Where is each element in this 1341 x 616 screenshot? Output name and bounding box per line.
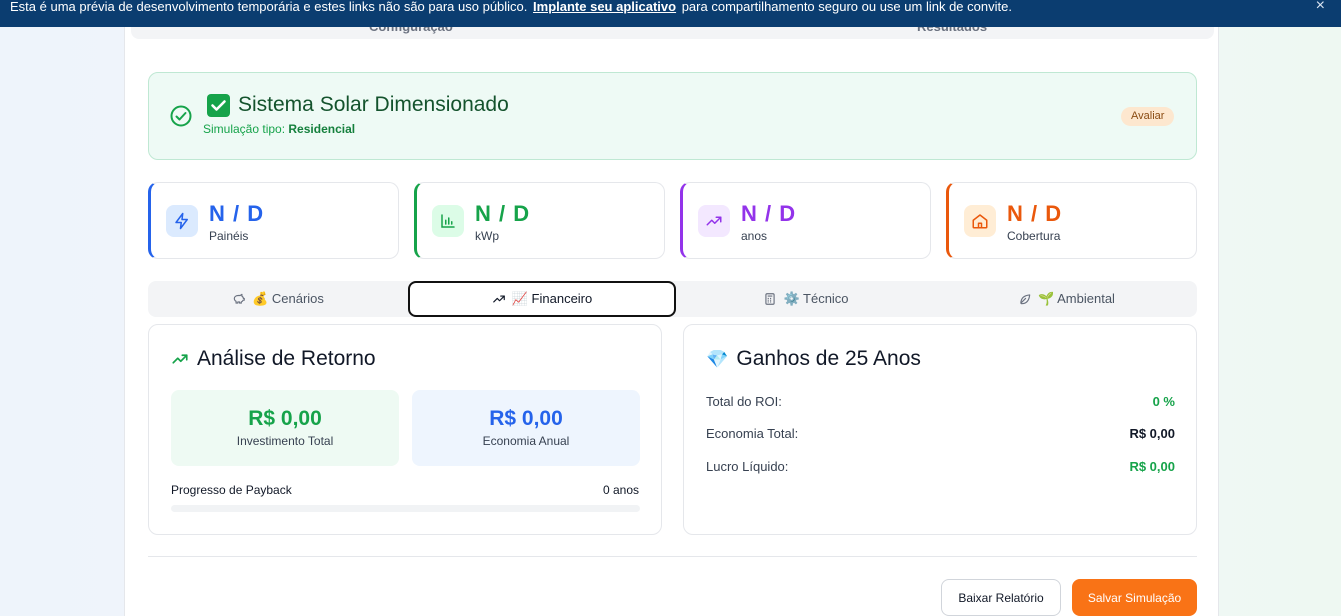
evaluate-badge[interactable]: Avaliar — [1121, 107, 1175, 126]
calculator-icon — [765, 293, 776, 305]
stat-value: N / D — [741, 201, 797, 226]
banner-text-before: Esta é uma prévia de desenvolvimento tem… — [10, 0, 528, 14]
stat-card-panels: N / D Painéis — [148, 182, 399, 259]
tab-scenarios[interactable]: 💰 Cenários — [148, 281, 408, 317]
simulation-type-label: Simulação tipo: — [203, 122, 286, 136]
banner-message: Esta é uma prévia de desenvolvimento tem… — [10, 0, 1012, 14]
download-report-button[interactable]: Baixar Relatório — [941, 579, 1061, 616]
trending-up-icon — [172, 354, 188, 364]
roi-value: 0 % — [1152, 394, 1175, 409]
gains-title-text: Ganhos de 25 Anos — [736, 347, 921, 370]
tab-scenarios-label: 💰 Cenários — [252, 291, 324, 306]
tab-technical-label: ⚙️ Técnico — [783, 291, 849, 306]
stat-value: N / D — [475, 201, 531, 226]
bar-chart-icon — [432, 205, 464, 237]
net-profit-value: R$ 0,00 — [1129, 459, 1175, 474]
results-card: Configuração Resultados Sistema Solar Di… — [124, 0, 1219, 616]
home-icon — [964, 205, 996, 237]
checkbox-icon — [207, 94, 230, 117]
return-analysis-title: Análise de Retorno — [171, 347, 376, 371]
section-divider — [148, 556, 1197, 557]
tab-financial-label: 📈 Financeiro — [511, 291, 593, 306]
stat-card-coverage: N / D Cobertura — [946, 182, 1197, 259]
simulation-type: Simulação tipo: Residencial — [203, 122, 355, 136]
payback-value: 0 anos — [602, 483, 639, 497]
total-savings-label: Economia Total: — [706, 426, 799, 441]
tab-environmental-label: 🌱 Ambiental — [1038, 291, 1115, 306]
check-circle-icon — [170, 105, 192, 127]
zap-icon — [166, 205, 198, 237]
annual-savings-label: Economia Anual — [482, 434, 570, 448]
total-investment-box: R$ 0,00 Investimento Total — [171, 390, 399, 466]
stat-value: N / D — [209, 201, 265, 226]
success-alert: Sistema Solar Dimensionado Simulação tip… — [148, 72, 1197, 160]
stat-value: N / D — [1007, 201, 1063, 226]
gains-title: 💎 Ganhos de 25 Anos — [706, 347, 921, 371]
net-profit-label: Lucro Líquido: — [706, 459, 789, 474]
banner-text-after: para compartilhamento seguro ou use um l… — [681, 0, 1012, 14]
tab-technical[interactable]: ⚙️ Técnico — [676, 281, 936, 317]
simulation-type-value: Residencial — [288, 122, 356, 136]
return-analysis-panel: Análise de Retorno R$ 0,00 Investimento … — [148, 324, 662, 535]
stat-label: kWp — [475, 229, 499, 243]
payback-label: Progresso de Payback — [171, 483, 292, 497]
piggy-bank-icon — [233, 293, 245, 304]
total-investment-label: Investimento Total — [236, 434, 334, 448]
close-icon[interactable]: × — [1316, 0, 1325, 14]
trending-up-icon — [698, 205, 730, 237]
total-investment-value: R$ 0,00 — [248, 407, 322, 430]
preview-banner: Esta é uma prévia de desenvolvimento tem… — [0, 0, 1341, 27]
total-savings-row: Economia Total: R$ 0,00 — [706, 426, 1175, 441]
gains-panel: 💎 Ganhos de 25 Anos Total do ROI: 0 % Ec… — [683, 324, 1197, 535]
diamond-icon: 💎 — [706, 348, 729, 369]
stat-label: Painéis — [209, 229, 249, 243]
return-analysis-title-text: Análise de Retorno — [197, 347, 376, 370]
annual-savings-value: R$ 0,00 — [489, 407, 563, 430]
deploy-app-link[interactable]: Implante seu aplicativo — [533, 0, 676, 14]
tab-environmental[interactable]: 🌱 Ambiental — [936, 281, 1197, 317]
stat-card-kwp: N / D kWp — [414, 182, 665, 259]
success-title: Sistema Solar Dimensionado — [238, 93, 509, 116]
total-savings-value: R$ 0,00 — [1129, 426, 1175, 441]
tab-financial[interactable]: 📈 Financeiro — [408, 281, 676, 317]
stat-card-years: N / D anos — [680, 182, 931, 259]
payback-progress-bar — [171, 505, 640, 512]
save-simulation-button[interactable]: Salvar Simulação — [1072, 579, 1197, 616]
roi-row: Total do ROI: 0 % — [706, 394, 1175, 409]
annual-savings-box: R$ 0,00 Economia Anual — [412, 390, 640, 466]
roi-label: Total do ROI: — [706, 394, 782, 409]
leaf-icon — [1020, 294, 1031, 305]
analysis-tabs: 💰 Cenários 📈 Financeiro ⚙️ Técnico 🌱 Amb… — [148, 281, 1197, 317]
stat-label: Cobertura — [1007, 229, 1061, 243]
net-profit-row: Lucro Líquido: R$ 0,00 — [706, 459, 1175, 474]
trending-up-icon — [492, 295, 505, 303]
stat-label: anos — [741, 229, 768, 243]
